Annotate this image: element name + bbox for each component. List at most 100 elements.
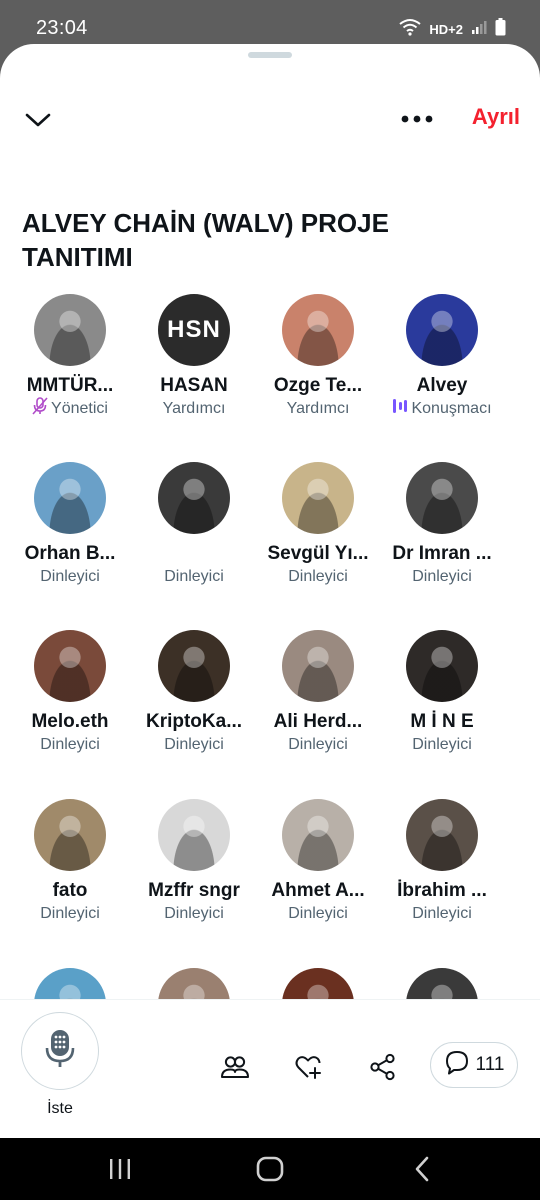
participant-name: Sevgül Yı... [267, 543, 369, 564]
participant-role-label: Konuşmacı [411, 400, 492, 417]
participant-card[interactable]: KriptoKa... Dinleyici [129, 630, 259, 756]
participant-card[interactable]: Ozge Te... Yardımcı [253, 294, 383, 420]
participant-role-label: Dinleyici [412, 568, 472, 585]
recent-apps-icon[interactable] [108, 1156, 132, 1187]
participant-name: M İ N E [410, 711, 474, 732]
participant-avatar[interactable] [406, 294, 478, 366]
participant-name: Orhan B... [24, 543, 116, 564]
participant-card[interactable]: MMTÜR... Yönetici [5, 294, 135, 420]
request-mic-button[interactable] [21, 1012, 99, 1090]
participant-role-label: Yardımcı [286, 400, 350, 417]
participant-avatar[interactable] [406, 799, 478, 871]
participant-avatar[interactable] [34, 294, 106, 366]
status-icons: HD+2 [399, 18, 506, 41]
participant-name: Alvey [416, 375, 468, 396]
participant-name: KriptoKa... [145, 711, 243, 732]
participant-role-label: Yardımcı [162, 400, 226, 417]
participant-name: HASAN [160, 375, 228, 396]
back-icon[interactable] [410, 1156, 434, 1187]
participant-role: Yardımcı [129, 398, 259, 420]
participant-card[interactable]: Alvey Konuşmacı [377, 294, 507, 420]
participant-name [129, 542, 259, 566]
sheet-grabber[interactable] [248, 52, 292, 58]
wifi-icon [399, 18, 422, 41]
participant-name: Dr Imran ... [392, 543, 492, 564]
participant-card[interactable]: Ali Herd... Dinleyici [253, 630, 383, 756]
participant-card[interactable]: Melo.eth Dinleyici [5, 630, 135, 756]
participant-role-label: Dinleyici [288, 736, 348, 753]
participant-name: Mzffr sngr [148, 880, 240, 901]
participant-role: Dinleyici [129, 566, 259, 588]
participant-card[interactable]: Sevgül Yı... Dinleyici [253, 462, 383, 588]
participant-card[interactable]: fato Dinleyici [5, 799, 135, 925]
comments-button[interactable]: 111 [430, 1042, 518, 1088]
participant-role-label: Dinleyici [40, 736, 100, 753]
participant-avatar[interactable] [282, 799, 354, 871]
participant-avatar[interactable] [34, 630, 106, 702]
participant-avatar[interactable] [282, 462, 354, 534]
participant-card[interactable]: Mzffr sngr Dinleyici [129, 799, 259, 925]
comment-bubble-icon [444, 1049, 470, 1081]
participant-role: Dinleyici [253, 903, 383, 925]
participant-role: Yardımcı [253, 398, 383, 420]
participant-name: MMTÜR... [26, 375, 114, 396]
participant-name: İbrahim ... [397, 880, 487, 901]
people-icon[interactable] [220, 1052, 250, 1082]
microphone-icon [45, 1029, 75, 1074]
participant-role-label: Dinleyici [40, 905, 100, 922]
participant-name: Ali Herd... [273, 711, 363, 732]
participant-role-label: Dinleyici [164, 736, 224, 753]
participant-role-label: Dinleyici [164, 568, 224, 585]
participant-avatar[interactable] [406, 630, 478, 702]
participant-role: Konuşmacı [377, 398, 507, 420]
participant-role: Dinleyici [129, 734, 259, 756]
participant-avatar[interactable] [34, 799, 106, 871]
participant-card[interactable]: Orhan B... Dinleyici [5, 462, 135, 588]
participant-avatar[interactable] [158, 630, 230, 702]
participant-name: Ahmet A... [271, 880, 365, 901]
leave-button[interactable]: Ayrıl [472, 104, 520, 130]
battery-icon [495, 18, 506, 41]
participant-name: Melo.eth [31, 711, 109, 732]
participant-card[interactable]: M İ N E Dinleyici [377, 630, 507, 756]
participant-avatar[interactable] [282, 630, 354, 702]
participant-card[interactable]: Ahmet A... Dinleyici [253, 799, 383, 925]
participant-avatar[interactable] [406, 462, 478, 534]
participant-card[interactable]: HSN HASAN Yardımcı [129, 294, 259, 420]
network-type-label: HD+2 [429, 22, 463, 37]
request-mic-label: İste [47, 1100, 73, 1117]
home-icon[interactable] [256, 1156, 284, 1187]
participant-avatar[interactable] [158, 799, 230, 871]
space-sheet: Ayrıl ALVEY CHAİN (WALV) PROJE TANITIMI … [0, 44, 540, 1138]
participant-role-label: Dinleyici [288, 568, 348, 585]
participant-name: Ozge Te... [273, 375, 363, 396]
signal-icon [471, 19, 487, 40]
participant-role-label: Dinleyici [412, 736, 472, 753]
participant-role-label: Dinleyici [412, 905, 472, 922]
space-title: ALVEY CHAİN (WALV) PROJE TANITIMI [22, 208, 389, 272]
participant-role: Yönetici [5, 396, 135, 422]
share-icon[interactable] [368, 1052, 398, 1082]
participant-role: Dinleyici [377, 566, 507, 588]
participant-avatar[interactable] [158, 462, 230, 534]
collapse-chevron-icon[interactable] [22, 104, 54, 136]
participant-card[interactable]: Dinleyici [129, 462, 259, 588]
participant-role: Dinleyici [377, 734, 507, 756]
mic-off-icon [32, 396, 48, 422]
participant-card[interactable]: Dr Imran ... Dinleyici [377, 462, 507, 588]
participant-role-label: Dinleyici [288, 905, 348, 922]
participant-role: Dinleyici [5, 903, 135, 925]
participant-role-label: Dinleyici [164, 905, 224, 922]
participant-name: fato [52, 880, 88, 901]
participant-card[interactable]: İbrahim ... Dinleyici [377, 799, 507, 925]
avatar-logo-text: HSN [167, 316, 221, 343]
participant-role: Dinleyici [253, 734, 383, 756]
add-reaction-heart-icon[interactable] [294, 1052, 324, 1082]
system-navigation-bar [0, 1138, 540, 1200]
participant-avatar[interactable] [34, 462, 106, 534]
more-options-icon[interactable] [398, 106, 436, 132]
participant-avatar[interactable]: HSN [158, 294, 230, 366]
participant-role: Dinleyici [253, 566, 383, 588]
status-time: 23:04 [36, 17, 88, 39]
participant-avatar[interactable] [282, 294, 354, 366]
